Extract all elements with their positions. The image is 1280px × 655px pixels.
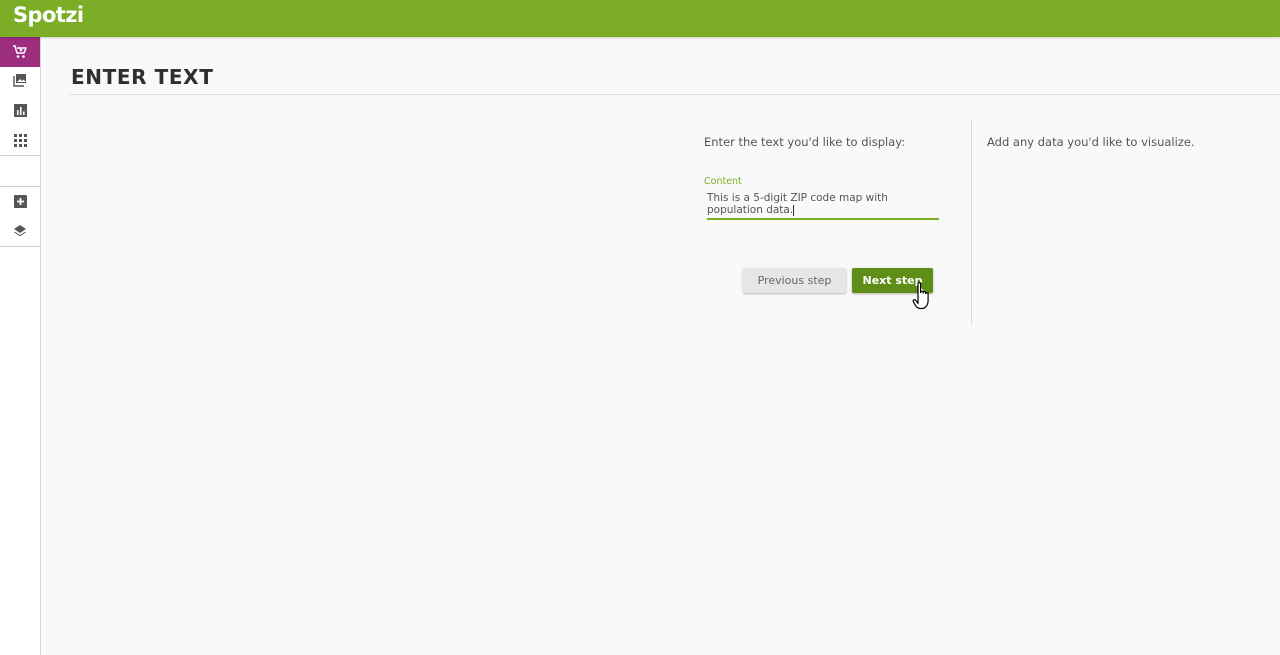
sidebar-item-apps[interactable] [0,125,40,155]
cart-icon [13,45,27,58]
content-value: This is a 5-digit ZIP code map with popu… [707,192,888,216]
sidebar-item-charts[interactable] [0,95,40,125]
sidebar-divider [0,246,40,247]
sidebar-item-add[interactable] [0,186,40,216]
top-bar: Spotzi [0,0,1280,37]
spotzi-logo[interactable]: Spotzi [13,3,84,27]
data-help-text: Add any data you'd like to visualize. [987,135,1195,149]
sidebar-item-images[interactable] [0,65,40,95]
content-field[interactable]: This is a 5-digit ZIP code map with popu… [707,191,939,220]
layers-icon [14,225,26,237]
add-box-icon [13,194,27,208]
text-prompt: Enter the text you'd like to display: [704,135,906,149]
sidebar-item-cart[interactable] [0,37,40,67]
sidebar-divider [0,155,40,156]
content-label: Content [704,176,742,187]
grid-icon [13,133,27,147]
sidebar-item-layers[interactable] [0,216,40,246]
column-divider [971,119,972,325]
title-divider [70,94,1280,95]
bar-chart-icon [13,103,27,117]
main-content: ENTER TEXT Enter the text you'd like to … [41,37,1280,655]
image-icon [13,74,26,87]
sidebar [0,37,41,655]
hand-cursor-icon [912,282,929,310]
text-caret [793,204,795,216]
previous-step-button[interactable]: Previous step [743,268,846,293]
page-title: ENTER TEXT [71,65,214,89]
